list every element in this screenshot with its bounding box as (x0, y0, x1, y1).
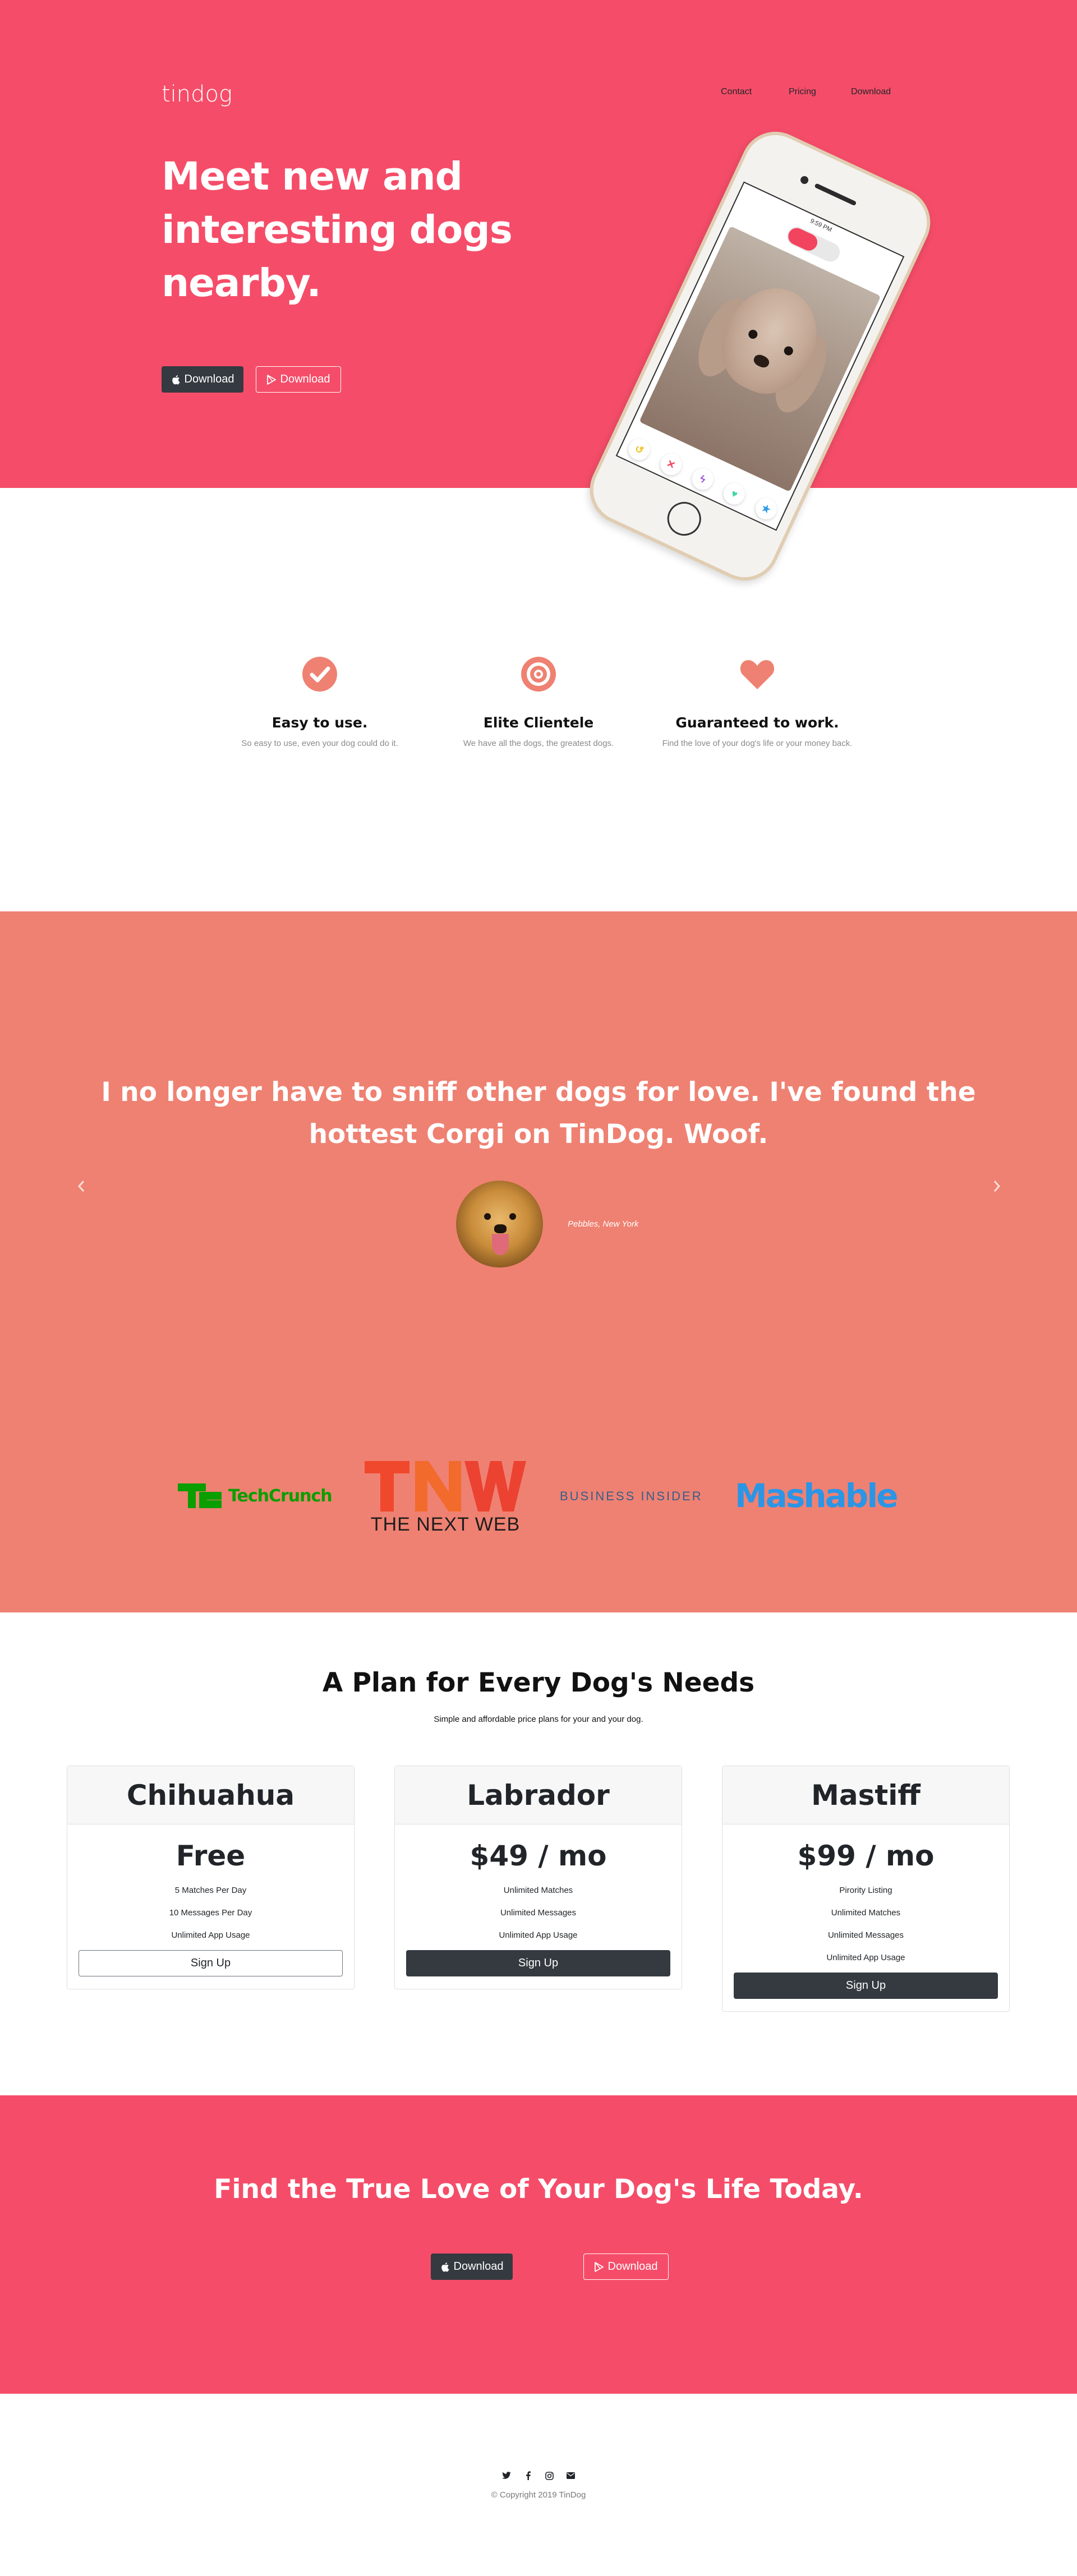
chevron-right-icon (993, 1181, 1001, 1192)
plan-features: 5 Matches Per Day 10 Messages Per Day Un… (67, 1879, 354, 1947)
pricing-title: A Plan for Every Dog's Needs (322, 1667, 755, 1698)
tnw-wordmark: THE NEXT WEB (370, 1514, 521, 1535)
techcrunch-wordmark: TechCrunch (228, 1486, 333, 1506)
nope-icon: ✕ (656, 450, 685, 479)
heart-icon (739, 656, 775, 692)
mashable-logo: Mashable (735, 1477, 899, 1515)
copyright-text: © Copyright 2019 TinDog (491, 2490, 586, 2500)
plan-card-chihuahua: Chihuahua Free 5 Matches Per Day 10 Mess… (67, 1766, 355, 1989)
plan-price: Free (176, 1840, 246, 1872)
feature-text: We have all the dogs, the greatest dogs. (463, 739, 614, 748)
chevron-left-icon (77, 1181, 85, 1192)
bullseye-icon (521, 656, 556, 692)
plan-card-mastiff: Mastiff $99 / mo Pirority Listing Unlimi… (722, 1766, 1010, 2012)
boost-icon: ϟ (688, 465, 717, 494)
feature-guarantee: Guaranteed to work. Find the love of you… (659, 656, 855, 748)
plan-feature: Unlimited App Usage (826, 1953, 905, 1962)
techcrunch-logo: TechCrunch (178, 1483, 333, 1508)
testimonial-attribution: Pebbles, New York (568, 1219, 639, 1229)
plan-features: Pirority Listing Unlimited Matches Unlim… (722, 1879, 1009, 1969)
cta-apple-download-label: Download (453, 2260, 504, 2273)
hero-apple-download-label: Download (184, 373, 234, 385)
plan-feature: Unlimited Matches (831, 1908, 901, 1918)
plan-name: Chihuahua (67, 1766, 354, 1824)
feature-title: Elite Clientele (483, 715, 594, 731)
nav-link-contact[interactable]: Contact (721, 87, 752, 97)
feature-title: Guaranteed to work. (675, 715, 839, 731)
testimonial-avatar (456, 1181, 543, 1268)
tnw-logo: THE NEXT WEB (365, 1461, 526, 1536)
plan-feature: Unlimited Messages (500, 1908, 577, 1918)
pricing-subtitle: Simple and affordable price plans for yo… (434, 1715, 643, 1724)
plan-signup-button-labrador[interactable]: Sign Up (406, 1950, 670, 1976)
business-insider-logo: BUSINESS INSIDER (560, 1489, 703, 1504)
apple-icon (171, 375, 180, 385)
cta-play-download-label: Download (607, 2260, 658, 2273)
hero-play-download-button[interactable]: Download (256, 366, 341, 393)
feature-easy: Easy to use. So easy to use, even your d… (222, 656, 418, 748)
plan-price: $49 / mo (470, 1840, 607, 1872)
plan-card-labrador: Labrador $49 / mo Unlimited Matches Unli… (394, 1766, 682, 1989)
like-icon: ♥ (720, 480, 749, 508)
google-play-icon (594, 2261, 604, 2272)
cta-play-download-button[interactable]: Download (583, 2254, 669, 2280)
hero-play-download-label: Download (280, 373, 330, 385)
check-circle-icon (302, 656, 338, 692)
nav-link-pricing[interactable]: Pricing (789, 87, 816, 97)
plan-features: Unlimited Matches Unlimited Messages Unl… (395, 1879, 682, 1947)
instagram-icon[interactable] (545, 2471, 554, 2480)
undo-icon: ↺ (625, 435, 653, 464)
plan-feature: 10 Messages Per Day (169, 1908, 252, 1918)
apple-icon (440, 2262, 449, 2272)
plan-feature: 5 Matches Per Day (174, 1886, 247, 1895)
hero-apple-download-button[interactable]: Download (162, 366, 243, 393)
plan-name: Mastiff (722, 1766, 1009, 1824)
plan-feature: Unlimited Messages (827, 1930, 904, 1940)
envelope-icon[interactable] (566, 2471, 575, 2480)
plan-feature: Unlimited App Usage (171, 1930, 250, 1940)
plan-feature: Unlimited Matches (503, 1886, 573, 1895)
testimonial-quote: I no longer have to sniff other dogs for… (101, 1077, 976, 1150)
carousel-prev-button[interactable] (70, 1175, 93, 1197)
feature-elite: Elite Clientele We have all the dogs, th… (440, 656, 637, 748)
google-play-icon (266, 374, 276, 385)
business-insider-wordmark: BUSINESS INSIDER (560, 1489, 703, 1503)
hero-title: Meet new and interesting dogs nearby. (162, 154, 513, 306)
testimonial-section: I no longer have to sniff other dogs for… (0, 911, 1077, 1612)
plan-feature: Pirority Listing (839, 1886, 892, 1895)
plan-price: $99 / mo (797, 1840, 935, 1872)
feature-text: So easy to use, even your dog could do i… (241, 739, 398, 748)
feature-title: Easy to use. (271, 715, 368, 731)
cta-title: Find the True Love of Your Dog's Life To… (214, 2174, 863, 2205)
super-like-icon: ★ (752, 494, 781, 523)
plan-name: Labrador (395, 1766, 682, 1824)
plan-feature: Unlimited App Usage (499, 1930, 578, 1940)
plan-signup-button-mastiff[interactable]: Sign Up (734, 1973, 998, 1999)
nav-link-download[interactable]: Download (851, 87, 891, 97)
brand-logo[interactable]: tindog (162, 81, 232, 107)
facebook-icon[interactable] (523, 2471, 532, 2480)
mashable-wordmark: Mashable (735, 1477, 899, 1515)
footer-social-icons (0, 2471, 1077, 2480)
cta-apple-download-button[interactable]: Download (431, 2254, 513, 2280)
carousel-next-button[interactable] (986, 1175, 1008, 1197)
plan-signup-button-chihuahua[interactable]: Sign Up (79, 1950, 343, 1976)
twitter-icon[interactable] (502, 2471, 511, 2480)
cta-section: Find the True Love of Your Dog's Life To… (0, 2095, 1077, 2394)
feature-text: Find the love of your dog's life or your… (662, 739, 853, 748)
